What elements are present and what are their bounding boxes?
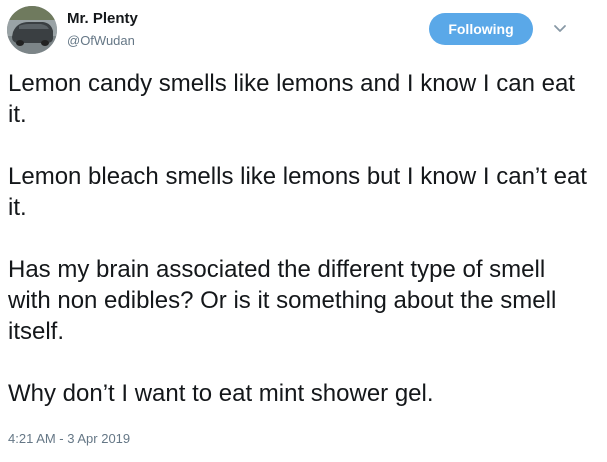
- tweet-text: Lemon candy smells like lemons and I kno…: [8, 68, 593, 409]
- user-handle[interactable]: @OfWudan: [67, 33, 135, 48]
- avatar[interactable]: [7, 6, 57, 54]
- tweet-card: Mr. Plenty @OfWudan Following Lemon cand…: [0, 0, 607, 462]
- following-button[interactable]: Following: [429, 13, 533, 45]
- tweet-paragraph: Lemon bleach smells like lemons but I kn…: [8, 163, 587, 221]
- tweet-paragraph: Why don’t I want to eat mint shower gel.: [8, 380, 434, 407]
- tweet-paragraph: Has my brain associated the different ty…: [8, 256, 557, 345]
- display-name[interactable]: Mr. Plenty: [67, 10, 138, 27]
- tweet-timestamp[interactable]: 4:21 AM - 3 Apr 2019: [8, 431, 130, 446]
- chevron-down-icon[interactable]: [552, 22, 568, 34]
- avatar-image: [7, 6, 57, 54]
- tweet-paragraph: Lemon candy smells like lemons and I kno…: [8, 70, 575, 128]
